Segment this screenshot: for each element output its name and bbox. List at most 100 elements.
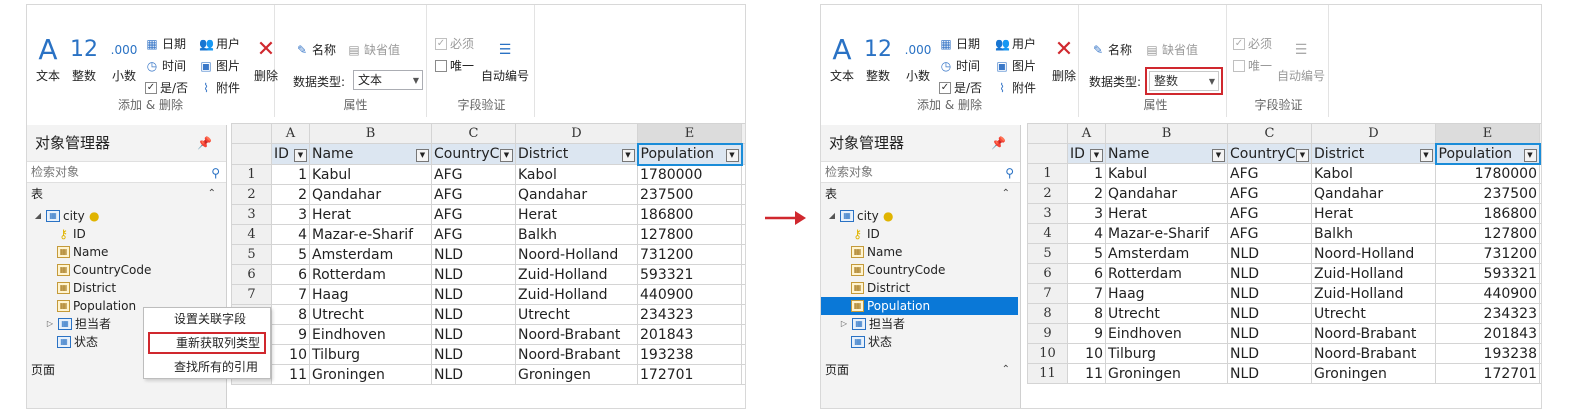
- table-cell[interactable]: 6: [1067, 263, 1106, 284]
- autonumber-button[interactable]: ☰ 自动编号: [1273, 33, 1329, 84]
- tree-item-field-population[interactable]: ▦ Population: [57, 297, 136, 315]
- column-letter[interactable]: D: [1311, 123, 1436, 144]
- unique-checkbox[interactable]: 唯一: [1233, 57, 1272, 74]
- table-cell[interactable]: 10: [1067, 343, 1106, 364]
- table-cell[interactable]: 234323: [637, 304, 742, 325]
- filter-dropdown-icon[interactable]: ▼: [1419, 148, 1433, 162]
- delete-button[interactable]: ✕ 删除: [1049, 33, 1079, 84]
- table-cell[interactable]: 8: [1067, 303, 1106, 324]
- header-extra[interactable]: 注: [741, 143, 745, 165]
- integer-type-button[interactable]: 12 整数: [861, 33, 895, 84]
- table-row[interactable]: 2 2 Qandahar AFG Qandahar 237500: [231, 184, 745, 205]
- row-number[interactable]: 2: [231, 184, 272, 205]
- table-row[interactable]: 1010TilburgNLDNoord-Brabant193238: [1027, 343, 1541, 364]
- user-type-button[interactable]: 👥 用户: [995, 35, 1036, 52]
- table-cell[interactable]: 4: [271, 224, 310, 245]
- table-row[interactable]: 6 6 Rotterdam NLD Zuid-Holland 593321: [231, 264, 745, 285]
- table-cell[interactable]: NLD: [1227, 343, 1312, 364]
- table-cell[interactable]: 6: [271, 264, 310, 285]
- table-cell[interactable]: NLD: [431, 344, 516, 365]
- table-cell[interactable]: AFG: [1227, 203, 1312, 224]
- table-cell[interactable]: 186800: [1435, 203, 1540, 224]
- table-cell[interactable]: 11: [271, 364, 310, 385]
- corner-cell[interactable]: [1027, 123, 1068, 144]
- decimal-type-button[interactable]: .000 小数: [107, 33, 141, 84]
- tree-item-field-district[interactable]: ▦ District: [57, 279, 116, 297]
- table-cell[interactable]: 1780000: [637, 164, 742, 185]
- table-cell[interactable]: AFG: [431, 224, 516, 245]
- table-cell[interactable]: Tilburg: [1105, 343, 1228, 364]
- table-cell[interactable]: 5: [1067, 243, 1106, 264]
- table-cell[interactable]: Utrecht: [1105, 303, 1228, 324]
- table-cell[interactable]: NLD: [431, 364, 516, 385]
- tree-item-field-district[interactable]: ▦ District: [851, 279, 910, 297]
- table-cell[interactable]: 5: [271, 244, 310, 265]
- section-pages[interactable]: 页面 ⌃: [821, 359, 1020, 381]
- row-number[interactable]: 3: [231, 204, 272, 225]
- search-icon[interactable]: ⚲: [211, 163, 220, 183]
- tree-item-field-countrycode[interactable]: ▦ CountryCode: [57, 261, 151, 279]
- table-cell[interactable]: AFG: [1227, 223, 1312, 244]
- attachment-type-button[interactable]: ⌇ 附件: [995, 79, 1036, 96]
- table-row[interactable]: 1111GroningenNLDGroningen172701: [1027, 363, 1541, 384]
- collapse-icon[interactable]: ◢: [827, 207, 837, 225]
- integer-type-button[interactable]: 12 整数: [67, 33, 101, 84]
- table-cell[interactable]: NLD: [1227, 243, 1312, 264]
- tree-item-field-id[interactable]: ⚷ ID: [851, 225, 880, 243]
- table-cell[interactable]: Groningen: [1311, 363, 1436, 384]
- table-cell[interactable]: 1: [271, 164, 310, 185]
- row-number[interactable]: 4: [1027, 223, 1068, 244]
- row-number[interactable]: 11: [1027, 363, 1068, 384]
- table-row[interactable]: 99EindhovenNLDNoord-Brabant201843: [1027, 323, 1541, 344]
- table-row[interactable]: 5 5 Amsterdam NLD Noord-Holland 731200: [1027, 243, 1541, 264]
- table-row[interactable]: 88UtrechtNLDUtrecht234323: [1027, 303, 1541, 324]
- table-cell[interactable]: Noord-Holland: [1311, 243, 1436, 264]
- table-row[interactable]: 1010TilburgNLDNoord-Brabant193238: [231, 344, 745, 365]
- table-cell[interactable]: Rotterdam: [1105, 263, 1228, 284]
- table-cell[interactable]: Noord-Brabant: [515, 324, 638, 345]
- picture-type-button[interactable]: ▣ 图片: [199, 57, 240, 74]
- table-cell[interactable]: Eindhoven: [1105, 323, 1228, 344]
- row-number[interactable]: 7: [231, 284, 272, 305]
- column-letter[interactable]: E: [637, 123, 742, 144]
- table-cell[interactable]: Haag: [1105, 283, 1228, 304]
- table-cell[interactable]: 11: [1067, 363, 1106, 384]
- table-cell[interactable]: Zuid-Holland: [515, 284, 638, 305]
- column-letter[interactable]: B: [309, 123, 432, 144]
- table-cell[interactable]: Zuid-Holland: [515, 264, 638, 285]
- table-cell[interactable]: Groningen: [515, 364, 638, 385]
- table-cell[interactable]: 193238: [1435, 343, 1540, 364]
- section-tables[interactable]: 表 ⌃: [27, 183, 226, 205]
- column-letter[interactable]: D: [515, 123, 638, 144]
- text-type-button[interactable]: A 文本: [827, 33, 857, 84]
- pin-icon[interactable]: 📌: [991, 125, 1006, 161]
- table-cell[interactable]: Balkh: [1311, 223, 1436, 244]
- filter-dropdown-icon[interactable]: ▼: [500, 149, 513, 162]
- datatype-select[interactable]: 文本 ▼: [353, 70, 423, 90]
- filter-dropdown-icon[interactable]: ▼: [416, 149, 429, 162]
- menu-item-refresh-column-type[interactable]: 重新获取列类型: [148, 332, 266, 354]
- table-cell[interactable]: Utrecht: [309, 304, 432, 325]
- table-cell[interactable]: Groningen: [1105, 363, 1228, 384]
- table-row[interactable]: 88UtrechtNLDUtrecht234323: [231, 304, 745, 325]
- table-cell[interactable]: NLD: [1227, 283, 1312, 304]
- table-cell[interactable]: 237500: [1435, 183, 1540, 204]
- section-tables[interactable]: 表 ⌃: [821, 183, 1020, 205]
- table-cell[interactable]: Mazar-e-Sharif: [1105, 223, 1228, 244]
- header-countrycode[interactable]: CountryC ▼: [431, 143, 516, 165]
- tree-item-table-owner[interactable]: ▷ ▦ 担当者: [45, 315, 111, 333]
- table-row[interactable]: 7 7 Haag NLD Zuid-Holland 440900: [231, 284, 745, 305]
- expand-icon[interactable]: ▷: [45, 315, 55, 333]
- table-cell[interactable]: 237500: [637, 184, 742, 205]
- table-row[interactable]: 1 1 Kabul AFG Kabol 1780000: [231, 164, 745, 185]
- row-number[interactable]: 5: [231, 244, 272, 265]
- table-cell[interactable]: 593321: [1435, 263, 1540, 284]
- table-cell[interactable]: AFG: [431, 204, 516, 225]
- table-cell[interactable]: Herat: [309, 204, 432, 225]
- table-row[interactable]: 3 3 Herat AFG Herat 186800: [231, 204, 745, 225]
- table-cell[interactable]: 3: [1067, 203, 1106, 224]
- table-cell[interactable]: NLD: [431, 304, 516, 325]
- row-number[interactable]: 6: [231, 264, 272, 285]
- table-cell[interactable]: Haag: [309, 284, 432, 305]
- column-letter[interactable]: C: [1227, 123, 1312, 144]
